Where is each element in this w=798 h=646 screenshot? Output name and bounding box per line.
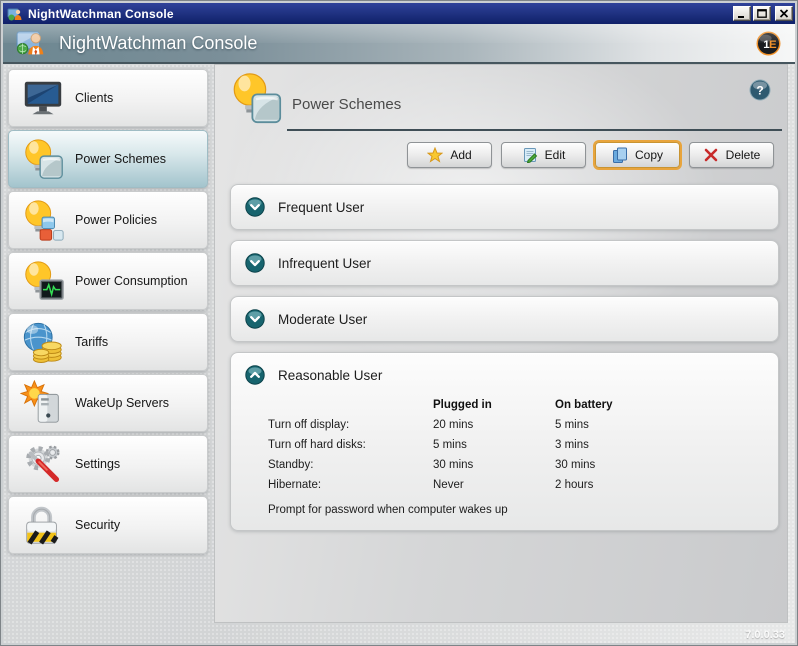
toolbar-button-label: Edit (545, 148, 566, 162)
svg-text:?: ? (756, 84, 763, 98)
chevron-up-icon (245, 365, 265, 385)
add-button[interactable]: Add (407, 142, 492, 168)
scheme-reasonable-user: Reasonable User Plugged inOn battery Turn … (230, 352, 779, 531)
scheme-header-reasonable-user[interactable]: Reasonable User (231, 353, 778, 397)
setting-value-plugged-in: 20 mins (433, 419, 555, 432)
sidebar-item-label: Clients (75, 91, 113, 105)
copy-button[interactable]: Copy (595, 142, 680, 168)
scheme-name: Moderate User (278, 312, 367, 327)
spacer-cell (268, 399, 433, 412)
setting-value-on-battery: 5 mins (555, 419, 758, 432)
titlebar: NightWatchman Console (3, 3, 795, 24)
sidebar-item-label: Settings (75, 457, 120, 471)
setting-value-plugged-in: 5 mins (433, 439, 555, 452)
setting-value-on-battery: 2 hours (555, 479, 758, 492)
settings-icon (20, 441, 66, 487)
setting-value-on-battery: 3 mins (555, 439, 758, 452)
setting-label: Hibernate: (268, 479, 433, 492)
page-title: Power Schemes (292, 96, 401, 113)
power-policies-icon (20, 197, 66, 243)
power-schemes-icon (20, 136, 66, 182)
app-window: NightWatchman Console NightWatchman Cons… (0, 0, 798, 646)
scheme-name: Infrequent User (278, 256, 371, 271)
close-button[interactable] (775, 6, 793, 21)
sidebar-item-label: Power Schemes (75, 152, 166, 166)
wakeup-servers-icon (20, 380, 66, 426)
setting-value-on-battery: 30 mins (555, 459, 758, 472)
delete-button[interactable]: Delete (689, 142, 774, 168)
scheme-frequent-user: Frequent User (230, 184, 779, 230)
scheme-details: Plugged inOn battery Turn off display:20 … (268, 399, 758, 492)
scheme-header-infrequent-user[interactable]: Infrequent User (231, 241, 778, 285)
window-title: NightWatchman Console (28, 7, 731, 21)
power-consumption-icon (20, 258, 66, 304)
app-logo-icon (15, 26, 49, 60)
edit-icon (522, 147, 538, 163)
copy-icon (612, 147, 628, 163)
add-icon (427, 147, 443, 163)
sidebar-item-label: Security (75, 518, 120, 532)
sidebar: Clients Power Schemes Power Policies Power … (8, 69, 208, 554)
sidebar-item-security[interactable]: Security (8, 496, 208, 554)
sidebar-item-tariffs[interactable]: Tariffs (8, 313, 208, 371)
scheme-name: Reasonable User (278, 368, 382, 383)
version-label: 7.0.0.33 (745, 629, 785, 641)
toolbar: Add Edit Copy Delete (407, 142, 774, 168)
sidebar-item-label: Tariffs (75, 335, 108, 349)
toolbar-button-label: Delete (726, 148, 761, 162)
scheme-moderate-user: Moderate User (230, 296, 779, 342)
sidebar-item-wakeup-servers[interactable]: WakeUp Servers (8, 374, 208, 432)
maximize-button[interactable] (753, 6, 771, 21)
minimize-button[interactable] (733, 6, 751, 21)
help-icon[interactable]: ? (749, 79, 771, 101)
scheme-header-frequent-user[interactable]: Frequent User (231, 185, 778, 229)
svg-text:E: E (769, 39, 777, 51)
setting-value-plugged-in: 30 mins (433, 459, 555, 472)
password-note: Prompt for password when computer wakes … (268, 504, 758, 516)
chevron-down-icon (245, 197, 265, 217)
sidebar-item-power-schemes[interactable]: Power Schemes (8, 130, 208, 188)
setting-label: Standby: (268, 459, 433, 472)
power-schemes-page-icon (227, 69, 285, 127)
chevron-down-icon (245, 309, 265, 329)
sidebar-item-power-consumption[interactable]: Power Consumption (8, 252, 208, 310)
setting-label: Turn off hard disks: (268, 439, 433, 452)
sidebar-item-power-policies[interactable]: Power Policies (8, 191, 208, 249)
toolbar-button-label: Add (450, 148, 471, 162)
title-separator (287, 129, 782, 131)
setting-label: Turn off display: (268, 419, 433, 432)
scheme-name: Frequent User (278, 200, 364, 215)
setting-value-plugged-in: Never (433, 479, 555, 492)
security-icon (20, 502, 66, 548)
tariffs-icon (20, 319, 66, 365)
app-header-title: NightWatchman Console (59, 33, 257, 54)
column-header: Plugged in (433, 399, 555, 412)
main-panel: Power Schemes ? Add Edit Copy Delete Freque… (214, 64, 788, 623)
scheme-infrequent-user: Infrequent User (230, 240, 779, 286)
delete-icon (703, 147, 719, 163)
sidebar-item-settings[interactable]: Settings (8, 435, 208, 493)
toolbar-button-label: Copy (635, 148, 663, 162)
scheme-header-moderate-user[interactable]: Moderate User (231, 297, 778, 341)
sidebar-item-label: Power Consumption (75, 274, 188, 288)
sidebar-item-label: WakeUp Servers (75, 396, 169, 410)
sidebar-item-clients[interactable]: Clients (8, 69, 208, 127)
app-icon (7, 6, 23, 22)
edit-button[interactable]: Edit (501, 142, 586, 168)
clients-icon (20, 75, 66, 121)
scheme-list: Frequent User Infrequent User Moderate Use… (230, 184, 779, 531)
chevron-down-icon (245, 253, 265, 273)
content-area: Clients Power Schemes Power Policies Power … (3, 64, 795, 643)
app-header: NightWatchman Console 1E (3, 24, 795, 64)
sidebar-item-label: Power Policies (75, 213, 157, 227)
brand-badge-1e-icon: 1E (756, 31, 781, 56)
column-header: On battery (555, 399, 758, 412)
